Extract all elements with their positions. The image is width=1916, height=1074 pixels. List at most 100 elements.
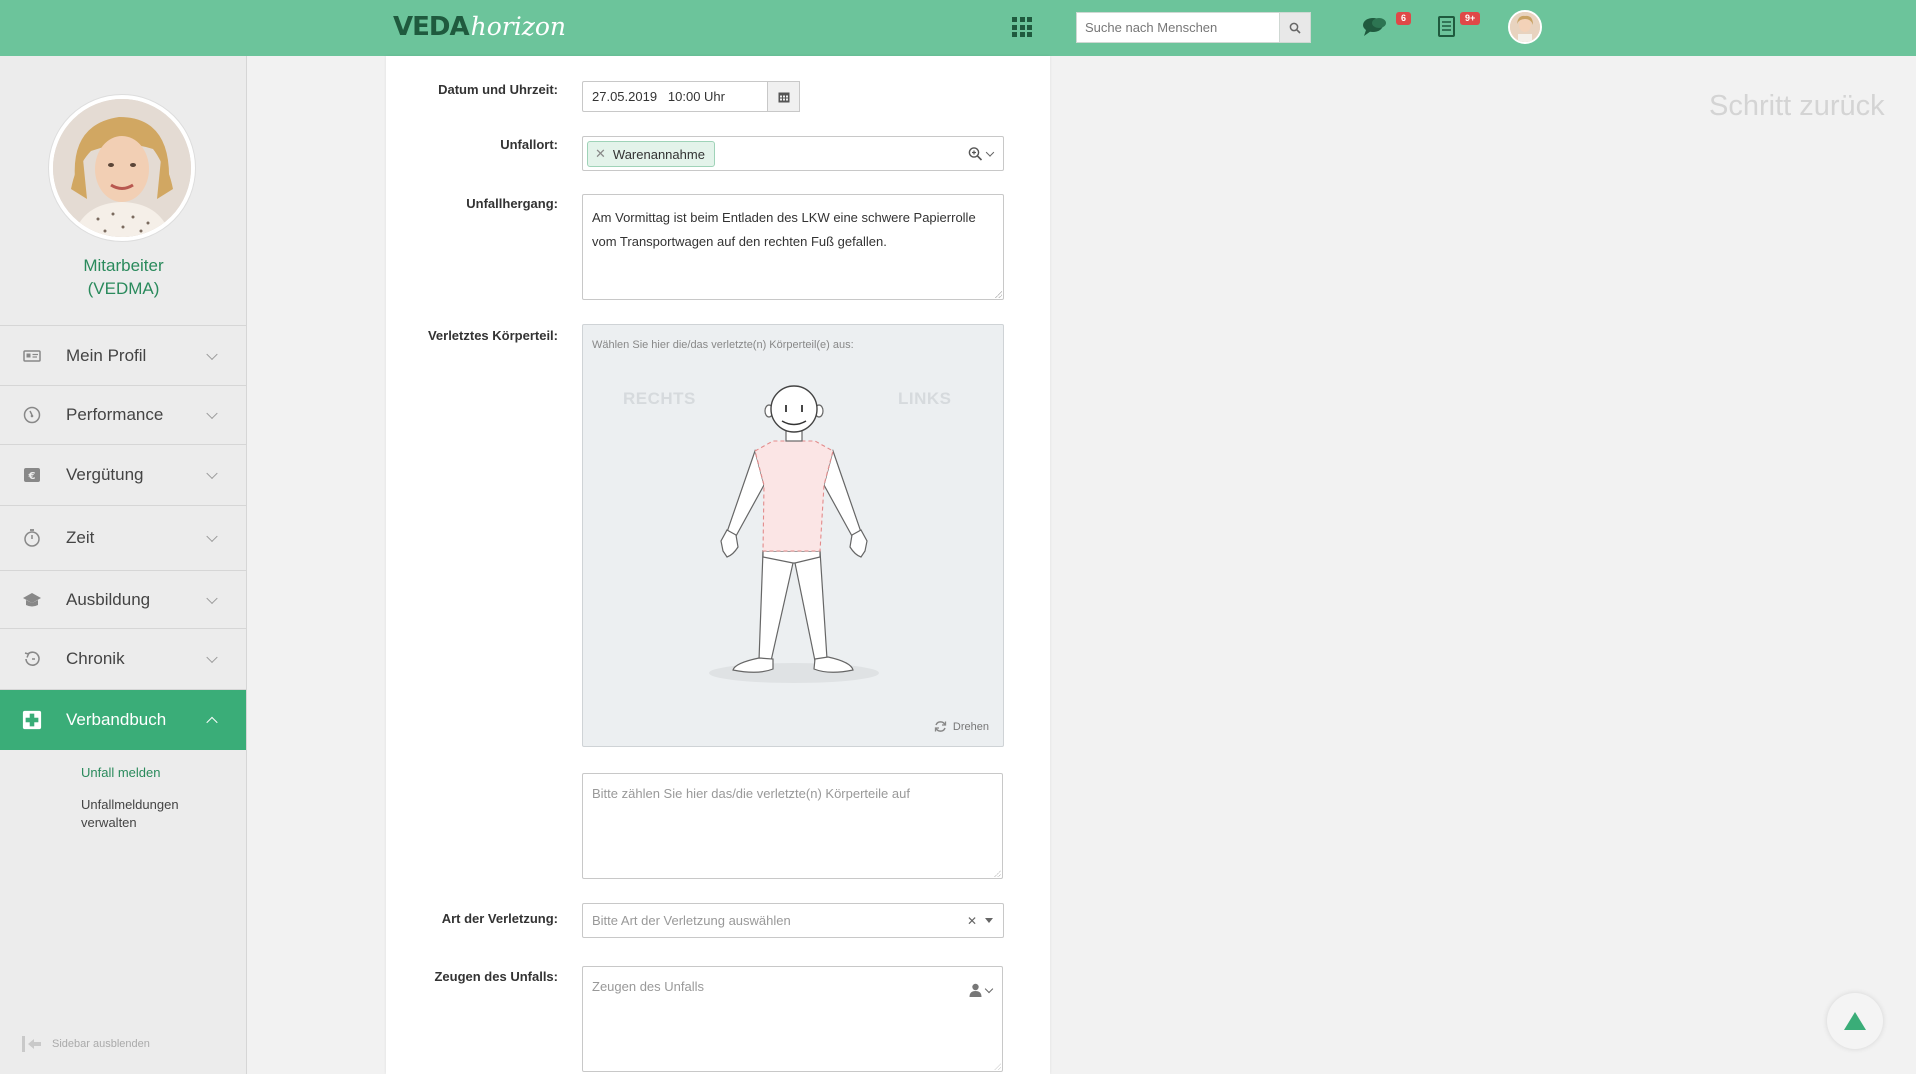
clipboard-list-icon [1438, 16, 1455, 37]
sidebar-item-label: Chronik [66, 649, 125, 668]
datetime-field: 27.05.2019 10:00 Uhr [582, 81, 800, 112]
bodypart-label: Verletztes Körperteil: [427, 328, 558, 343]
bodypart-textarea-placeholder: Bitte zählen Sie hier das/die verletzte(… [592, 786, 910, 801]
description-text: Am Vormittag ist beim Entladen des LKW e… [592, 210, 976, 249]
injury-type-label: Art der Verletzung: [441, 911, 558, 926]
bodypart-textarea[interactable]: Bitte zählen Sie hier das/die verletzte(… [582, 773, 1003, 879]
chevron-down-icon [206, 651, 218, 664]
search-button[interactable] [1279, 12, 1311, 43]
logo-horizon-text: horizon [470, 12, 567, 41]
remove-tag-icon[interactable]: ✕ [595, 146, 606, 162]
injury-type-placeholder: Bitte Art der Verletzung auswählen [592, 913, 791, 928]
body-part-right-hand[interactable] [720, 529, 739, 558]
calendar-icon [778, 92, 789, 102]
resize-handle[interactable] [995, 291, 1002, 298]
sidebar-item-zeit[interactable]: Zeit [0, 506, 246, 571]
datetime-label: Datum und Uhrzeit: [438, 82, 558, 97]
first-aid-icon [22, 710, 42, 730]
chevron-down-icon [206, 348, 218, 360]
search-icon [1289, 22, 1301, 34]
euro-icon: € [22, 465, 42, 485]
subnav-unfallmeldungen-verwalten[interactable]: Unfallmeldungen verwalten [81, 796, 211, 832]
witness-label: Zeugen des Unfalls: [434, 969, 558, 984]
sidebar-item-label: Vergütung [66, 465, 144, 484]
sidebar-item-label: Ausbildung [66, 589, 151, 609]
sidebar-item-label: Performance [66, 405, 164, 424]
search-input[interactable] [1076, 12, 1279, 43]
profile-name-line2: (VEDMA) [87, 279, 160, 298]
rotate-button[interactable]: Drehen [934, 720, 989, 733]
people-search [1076, 12, 1311, 43]
top-bar: VEDA horizon 6 9+ [0, 0, 1916, 56]
injury-type-select-icons: ✕ [967, 914, 993, 928]
triangle-up-icon [1844, 1012, 1866, 1030]
tasks-badge: 9+ [1460, 12, 1481, 25]
location-tag-label: Warenannahme [612, 146, 705, 162]
sidebar-hide-button[interactable]: Sidebar ausblenden [22, 1036, 150, 1052]
tasks-button[interactable]: 9+ [1437, 12, 1481, 43]
history-icon [22, 649, 42, 669]
sidebar-item-label: Mein Profil [66, 345, 147, 365]
chevron-down-icon [206, 530, 218, 543]
resize-handle[interactable] [994, 870, 1001, 877]
chat-bubbles-icon [1363, 18, 1386, 36]
grid-icon[interactable] [1012, 17, 1032, 37]
caret-down-icon[interactable] [985, 918, 993, 923]
profile-name[interactable]: Mitarbeiter (VEDMA) [0, 254, 247, 300]
location-select[interactable]: ✕ Warenannahme [582, 136, 1004, 171]
user-icon[interactable] [969, 983, 982, 997]
witness-icons [969, 983, 994, 997]
body-part-left-leg[interactable] [794, 550, 828, 662]
sidebar-item-label: Zeit [66, 528, 95, 547]
sidebar: Mitarbeiter (VEDMA) Mein Profil Performa… [0, 56, 247, 1074]
gauge-icon [22, 405, 42, 425]
calendar-button[interactable] [767, 81, 800, 112]
svg-text:€: € [28, 471, 36, 482]
witness-placeholder: Zeugen des Unfalls [592, 979, 705, 994]
datetime-input[interactable]: 27.05.2019 10:00 Uhr [582, 81, 767, 112]
sidebar-hide-label: Sidebar ausblenden [52, 1038, 150, 1050]
user-avatar[interactable] [1508, 10, 1542, 44]
zoom-in-icon[interactable] [968, 146, 983, 161]
chevron-down-icon [206, 467, 218, 480]
clear-icon[interactable]: ✕ [967, 914, 977, 928]
sidebar-item-mein-profil[interactable]: Mein Profil [0, 326, 246, 386]
injury-type-select[interactable]: Bitte Art der Verletzung auswählen ✕ [582, 903, 1004, 938]
chat-button[interactable]: 6 [1362, 12, 1412, 43]
profile-avatar[interactable] [49, 95, 195, 241]
description-label: Unfallhergang: [466, 196, 558, 211]
body-part-left-foot[interactable] [813, 656, 854, 673]
step-back-link[interactable]: Schritt zurück [1709, 90, 1885, 123]
profile-section: Mitarbeiter (VEDMA) [0, 56, 246, 326]
body-part-torso[interactable] [754, 440, 834, 552]
chevron-down-icon[interactable] [985, 147, 995, 157]
body-part-right-foot[interactable] [732, 657, 774, 673]
verbandbuch-subnav: Unfall melden Unfallmeldungen verwalten [0, 750, 246, 832]
veda-horizon-logo[interactable]: VEDA horizon [393, 12, 566, 44]
refresh-icon [934, 721, 947, 732]
subnav-unfall-melden[interactable]: Unfall melden [81, 764, 211, 782]
accident-report-form: Datum und Uhrzeit: 27.05.2019 10:00 Uhr … [386, 56, 1050, 1074]
profile-name-line1: Mitarbeiter [83, 256, 164, 275]
sidebar-item-verbandbuch[interactable]: Verbandbuch [0, 690, 246, 750]
logo-veda-text: VEDA [393, 12, 470, 42]
body-figure[interactable] [583, 325, 1005, 748]
location-label: Unfallort: [500, 137, 558, 152]
chevron-up-icon [206, 716, 218, 729]
chevron-down-icon[interactable] [984, 984, 994, 993]
stopwatch-icon [22, 528, 42, 548]
resize-handle[interactable] [994, 1063, 1001, 1070]
sidebar-item-performance[interactable]: Performance [0, 386, 246, 445]
sidebar-item-ausbildung[interactable]: Ausbildung [0, 571, 246, 629]
graduation-cap-icon [22, 590, 42, 610]
sidebar-item-chronik[interactable]: Chronik [0, 629, 246, 690]
location-select-icons [968, 146, 995, 161]
scroll-to-top-button[interactable] [1827, 993, 1883, 1049]
sidebar-item-verguetung[interactable]: € Vergütung [0, 445, 246, 506]
body-part-left-hand[interactable] [849, 529, 868, 558]
body-part-right-leg[interactable] [758, 550, 794, 662]
body-selector-panel: Wählen Sie hier die/das verletzte(n) Kör… [582, 324, 1004, 747]
id-card-icon [22, 346, 42, 366]
witness-field[interactable]: Zeugen des Unfalls [582, 966, 1003, 1072]
description-textarea[interactable]: Am Vormittag ist beim Entladen des LKW e… [582, 194, 1004, 300]
